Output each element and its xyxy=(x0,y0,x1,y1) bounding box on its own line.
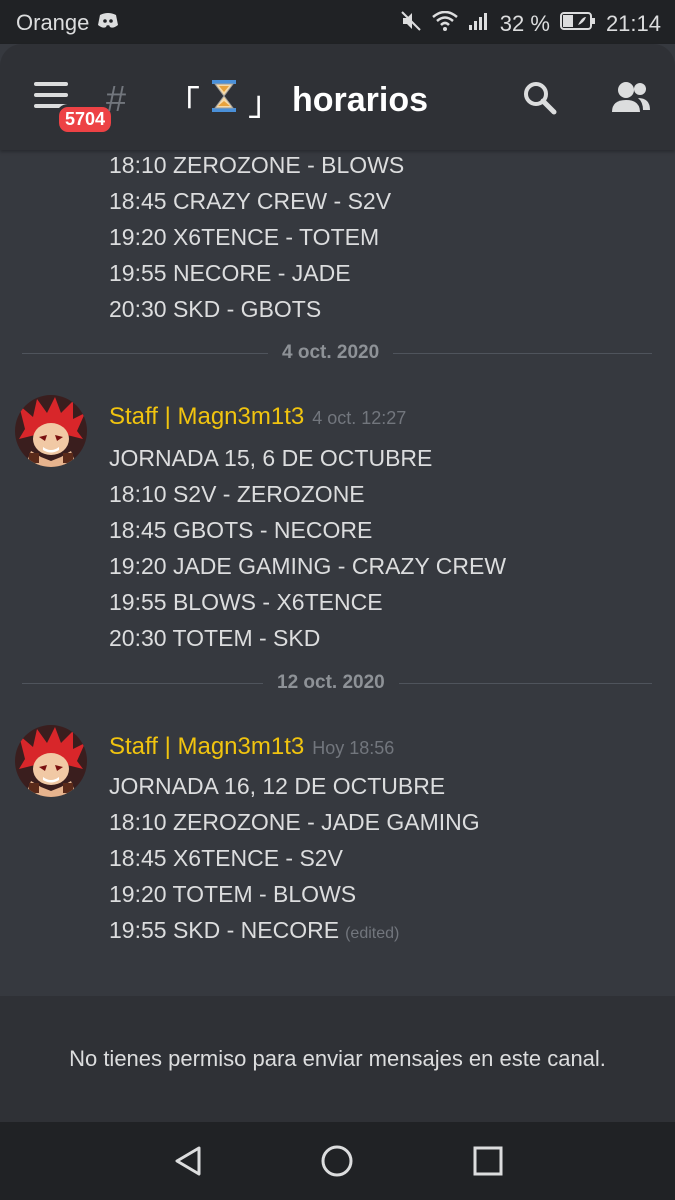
message-line: 18:45 GBOTS - NECORE xyxy=(109,517,373,543)
date-divider-label: 12 oct. 2020 xyxy=(263,672,399,694)
message-line: 19:55 NECORE - JADE xyxy=(109,260,351,286)
channel-hash-icon: # xyxy=(106,78,127,119)
composer-disabled-bar: No tienes permiso para enviar mensajes e… xyxy=(0,996,675,1122)
message-line: 19:55 BLOWS - X6TENCE xyxy=(109,589,383,615)
message-timestamp: Hoy 18:56 xyxy=(312,738,395,758)
system-nav-bar xyxy=(0,1122,675,1200)
app-bar: 5704 # 「 」 horarios xyxy=(0,44,675,150)
members-icon[interactable] xyxy=(610,80,652,121)
message-author[interactable]: Staff | Magn3m1t3 4 oct. 12:27 xyxy=(109,403,406,431)
message-line: 20:30 SKD - GBOTS xyxy=(109,296,322,322)
message-line: 19:20 JADE GAMING - CRAZY CREW xyxy=(109,553,507,579)
edited-label: (edited) xyxy=(345,925,400,942)
battery-icon xyxy=(559,11,596,37)
discord-icon xyxy=(97,10,119,36)
carrier-label: Orange xyxy=(16,10,90,35)
channel-bracket-close: 」 xyxy=(248,85,282,123)
message-line: JORNADA 16, 12 DE OCTUBRE xyxy=(109,773,446,799)
recents-icon[interactable] xyxy=(471,1144,505,1178)
message-line: 19:20 TOTEM - BLOWS xyxy=(109,881,357,907)
message-list[interactable]: 18:10 ZEROZONE - BLOWS 18:45 CRAZY CREW … xyxy=(0,150,675,996)
hourglass-icon xyxy=(210,79,238,122)
avatar[interactable] xyxy=(15,725,87,797)
author-name: Staff | Magn3m1t3 xyxy=(109,403,305,430)
message-line: JORNADA 15, 6 DE OCTUBRE xyxy=(109,445,433,471)
status-left: Orange xyxy=(16,10,119,36)
message-line: 19:55 SKD - NECORE (edited) xyxy=(109,917,399,944)
search-icon[interactable] xyxy=(522,80,558,121)
status-right: 32 % 21:14 xyxy=(400,10,661,38)
back-icon[interactable] xyxy=(171,1144,205,1178)
message-line: 18:45 CRAZY CREW - S2V xyxy=(109,188,392,214)
date-divider-label: 4 oct. 2020 xyxy=(268,342,394,364)
avatar[interactable] xyxy=(15,395,87,467)
status-bar: Orange 32 % 21:14 xyxy=(0,0,675,44)
clock-label: 21:14 xyxy=(605,11,661,36)
channel-bracket-open: 「 xyxy=(166,85,200,123)
message-line: 18:10 ZEROZONE - JADE GAMING xyxy=(109,809,480,835)
message-timestamp: 4 oct. 12:27 xyxy=(312,408,407,428)
home-icon[interactable] xyxy=(320,1144,354,1178)
app-bar-surface: 5704 # 「 」 horarios xyxy=(0,44,675,150)
message-line: 20:30 TOTEM - SKD xyxy=(109,625,321,651)
signal-icon xyxy=(468,11,490,37)
author-name: Staff | Magn3m1t3 xyxy=(109,733,305,760)
message-line: 18:10 S2V - ZEROZONE xyxy=(109,481,365,507)
battery-label: 32 % xyxy=(499,11,550,36)
no-permission-notice: No tienes permiso para enviar mensajes e… xyxy=(69,1046,606,1071)
menu-icon xyxy=(34,82,68,86)
message-line: 18:45 X6TENCE - S2V xyxy=(109,845,343,871)
message-author[interactable]: Staff | Magn3m1t3 Hoy 18:56 xyxy=(109,733,394,761)
message-line: 19:20 X6TENCE - TOTEM xyxy=(109,224,380,250)
wifi-icon xyxy=(431,10,458,37)
message-line: 18:10 ZEROZONE - BLOWS xyxy=(109,152,405,178)
menu-icon-bar xyxy=(34,93,68,97)
message-line-text: 19:55 SKD - NECORE xyxy=(109,917,340,943)
channel-name: horarios xyxy=(292,81,429,119)
channel-title[interactable]: 「 」 horarios xyxy=(166,76,428,125)
mute-icon xyxy=(400,10,422,38)
